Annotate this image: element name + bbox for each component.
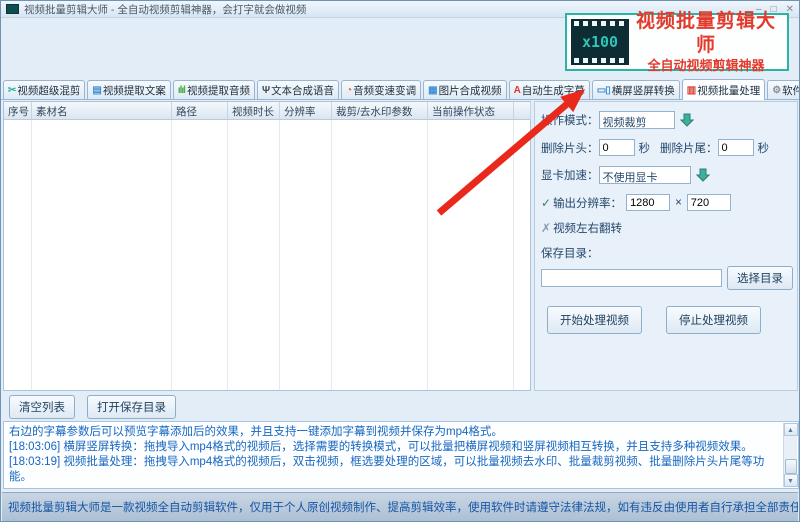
save-dir-input[interactable]	[541, 269, 722, 287]
choose-dir-button[interactable]: 选择目录	[727, 266, 793, 290]
microphone-icon: Ψ	[262, 85, 269, 96]
tab-extract-audio[interactable]: ılıl视频提取音频	[173, 80, 255, 99]
scroll-up-button[interactable]: ▲	[784, 423, 798, 436]
tab-super-mix[interactable]: ✂视频超级混剪	[3, 80, 85, 99]
seconds-unit: 秒	[758, 140, 770, 156]
tab-screen-convert[interactable]: ▭▯横屏竖屏转换	[592, 80, 680, 99]
tab-extract-text[interactable]: ▤视频提取文案	[87, 80, 170, 99]
times-sign: ×	[675, 197, 682, 209]
open-save-dir-button[interactable]: 打开保存目录	[87, 395, 176, 419]
gauge-icon: ◔	[346, 85, 351, 96]
trim-head-label: 删除片头：	[541, 140, 599, 156]
image-icon: ▦	[428, 85, 436, 96]
gpu-accel-label: 显卡加速：	[541, 167, 599, 183]
list-actions: 清空列表 打开保存目录	[9, 395, 176, 419]
rotate-screen-icon: ▭▯	[597, 85, 610, 96]
operation-mode-select[interactable]: 视频裁剪	[599, 110, 697, 130]
operation-mode-label: 操作模式：	[541, 112, 599, 128]
trim-tail-input[interactable]	[718, 139, 754, 156]
operation-mode-value: 视频裁剪	[599, 111, 675, 129]
scrollbar-track[interactable]	[784, 436, 798, 474]
logo-title: 视频批量剪辑大师	[629, 10, 783, 58]
scroll-down-button[interactable]: ▼	[784, 474, 798, 487]
app-icon	[6, 4, 19, 14]
column-header-resolution: 分辨率	[280, 102, 332, 120]
app-window: 视频批量剪辑大师 - 全自动视频剪辑神器，会打字就会做视频 – □ ✕ x100…	[0, 0, 800, 522]
tab-bar: ✂视频超级混剪 ▤视频提取文案 ılıl视频提取音频 Ψ文本合成语音 ◔音频变速…	[1, 80, 799, 100]
tab-label: 视频批量处理	[697, 83, 760, 98]
seconds-unit: 秒	[639, 140, 651, 156]
tab-auto-subtitle[interactable]: A自动生成字幕	[509, 80, 590, 99]
tab-audio-speed-pitch[interactable]: ◔音频变速变调	[341, 80, 421, 99]
film-strip-icon: x100	[571, 19, 629, 65]
log-line: 右边的字幕参数后可以预览字幕添加后的效果，并且支持一键添加字幕到视频并保存为mp…	[9, 425, 780, 440]
save-dir-label: 保存目录：	[541, 245, 599, 261]
resolution-label: 输出分辨率：	[553, 195, 622, 211]
scissors-icon: ✂	[8, 85, 15, 96]
tab-label: 横屏竖屏转换	[612, 83, 675, 98]
tab-label: 视频提取文案	[103, 83, 166, 98]
resolution-width-input[interactable]	[626, 194, 670, 211]
window-title: 视频批量剪辑大师 - 全自动视频剪辑神器，会打字就会做视频	[24, 2, 306, 17]
flip-label: 视频左右翻转	[553, 220, 622, 236]
letter-a-icon: A	[514, 85, 520, 96]
log-scrollbar[interactable]: ▲ ▼	[783, 423, 797, 487]
tab-label: 文本合成语音	[271, 83, 334, 98]
resolution-height-input[interactable]	[687, 194, 731, 211]
stop-processing-button[interactable]: 停止处理视频	[666, 306, 761, 334]
logo-badge: x100	[582, 33, 618, 51]
dropdown-arrow-icon[interactable]	[693, 165, 713, 185]
column-header-path: 路径	[172, 102, 228, 120]
brand-logo: x100 视频批量剪辑大师 全自动视频剪辑神器	[565, 13, 789, 71]
gpu-accel-value: 不使用显卡	[599, 166, 691, 184]
start-processing-button[interactable]: 开始处理视频	[547, 306, 642, 334]
column-header-duration: 视频时长	[228, 102, 280, 120]
tab-label: 自动生成字幕	[522, 83, 585, 98]
audio-wave-icon: ılıl	[178, 85, 185, 96]
document-icon: ▤	[92, 85, 100, 96]
column-header-name: 素材名	[32, 102, 172, 120]
log-line: [18:03:06] 横屏竖屏转换：拖拽导入mp4格式的视频后，选择需要的转换模…	[9, 440, 780, 455]
log-line: [18:03:19] 视频批量处理：拖拽导入mp4格式的视频后，双击视频，框选要…	[9, 455, 780, 485]
tab-label: 图片合成视频	[439, 83, 502, 98]
material-table[interactable]: 序号 素材名 路径 视频时长 分辨率 裁剪/去水印参数 当前操作状态	[3, 101, 531, 391]
gpu-accel-select[interactable]: 不使用显卡	[599, 165, 713, 185]
status-bar: 视频批量剪辑大师是一款视频全自动剪辑软件，仅用于个人原创视频制作、提高剪辑效率，…	[2, 492, 798, 521]
tab-label: 视频超级混剪	[17, 83, 80, 98]
tab-label: 视频提取音频	[187, 83, 250, 98]
tab-label: 软件参数设置	[782, 83, 800, 98]
tab-text-to-speech[interactable]: Ψ文本合成语音	[257, 80, 339, 99]
trim-head-input[interactable]	[599, 139, 635, 156]
trim-tail-label: 删除片尾：	[660, 140, 718, 156]
resolution-checkbox[interactable]: ✓	[541, 196, 551, 210]
column-header-index: 序号	[4, 102, 32, 120]
film-icon: ▥	[687, 85, 695, 96]
tab-settings[interactable]: ⚙软件参数设置	[767, 80, 800, 99]
tab-video-batch-process[interactable]: ▥视频批量处理	[682, 79, 765, 100]
dropdown-arrow-icon[interactable]	[677, 110, 697, 130]
tab-label: 音频变速变调	[353, 83, 416, 98]
column-header-status: 当前操作状态	[428, 102, 514, 120]
batch-settings-panel: 操作模式： 视频裁剪 删除片头： 秒 删除片尾： 秒 显卡加速： 不使用显卡	[534, 101, 798, 391]
status-text: 视频批量剪辑大师是一款视频全自动剪辑软件，仅用于个人原创视频制作、提高剪辑效率，…	[8, 499, 798, 515]
flip-checkbox[interactable]: ✗	[541, 221, 551, 235]
gear-icon: ⚙	[772, 85, 780, 96]
scrollbar-thumb[interactable]	[785, 459, 797, 474]
tab-image-to-video[interactable]: ▦图片合成视频	[423, 80, 506, 99]
column-header-filler	[514, 102, 531, 120]
logo-subtitle: 全自动视频剪辑神器	[629, 58, 783, 74]
log-output: 右边的字幕参数后可以预览字幕添加后的效果，并且支持一键添加字幕到视频并保存为mp…	[3, 421, 799, 489]
column-header-crop-params: 裁剪/去水印参数	[332, 102, 428, 120]
clear-list-button[interactable]: 清空列表	[9, 395, 75, 419]
